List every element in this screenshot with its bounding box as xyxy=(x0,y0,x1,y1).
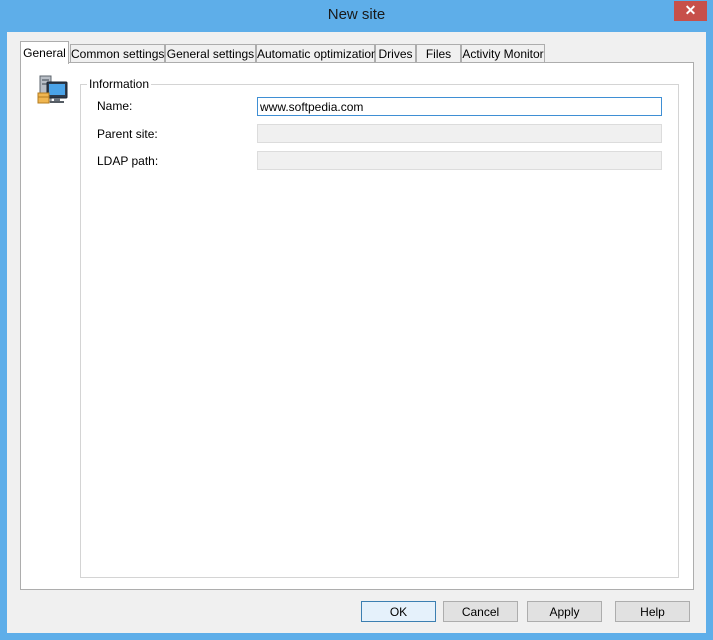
site-computer-icon xyxy=(37,75,68,104)
tab-general[interactable]: General xyxy=(20,41,69,64)
cancel-button[interactable]: Cancel xyxy=(443,601,518,622)
tab-automatic-optimization[interactable]: Automatic optimization xyxy=(256,44,378,63)
information-group-label: Information xyxy=(87,77,152,91)
name-label: Name: xyxy=(97,99,133,113)
ldap-path-label: LDAP path: xyxy=(97,154,159,168)
ldap-path-field xyxy=(257,151,662,170)
parent-site-field xyxy=(257,124,662,143)
ldap-path-input xyxy=(258,152,657,169)
window-title: New site xyxy=(327,6,386,23)
tab-files[interactable]: Files xyxy=(416,44,461,63)
tab-common-settings[interactable]: Common settings xyxy=(70,44,165,63)
help-button[interactable]: Help xyxy=(615,601,690,622)
tab-general-settings[interactable]: General settings xyxy=(165,44,256,63)
information-groupbox: Information Name: Parent site: LDAP path… xyxy=(80,77,679,578)
name-field[interactable] xyxy=(257,97,662,116)
name-input[interactable] xyxy=(258,98,657,115)
parent-site-input xyxy=(258,125,657,142)
dialog-body: General Common settings General settings… xyxy=(7,32,706,633)
close-icon: ✕ xyxy=(684,2,697,18)
title-bar: New site ✕ xyxy=(0,0,713,32)
apply-button[interactable]: Apply xyxy=(527,601,602,622)
ok-button[interactable]: OK xyxy=(361,601,436,622)
general-tab-panel: Information Name: Parent site: LDAP path… xyxy=(20,62,694,590)
tab-activity-monitor[interactable]: Activity Monitor xyxy=(461,44,545,63)
close-button[interactable]: ✕ xyxy=(674,1,707,21)
tab-drives[interactable]: Drives xyxy=(375,44,416,63)
parent-site-label: Parent site: xyxy=(97,127,158,141)
